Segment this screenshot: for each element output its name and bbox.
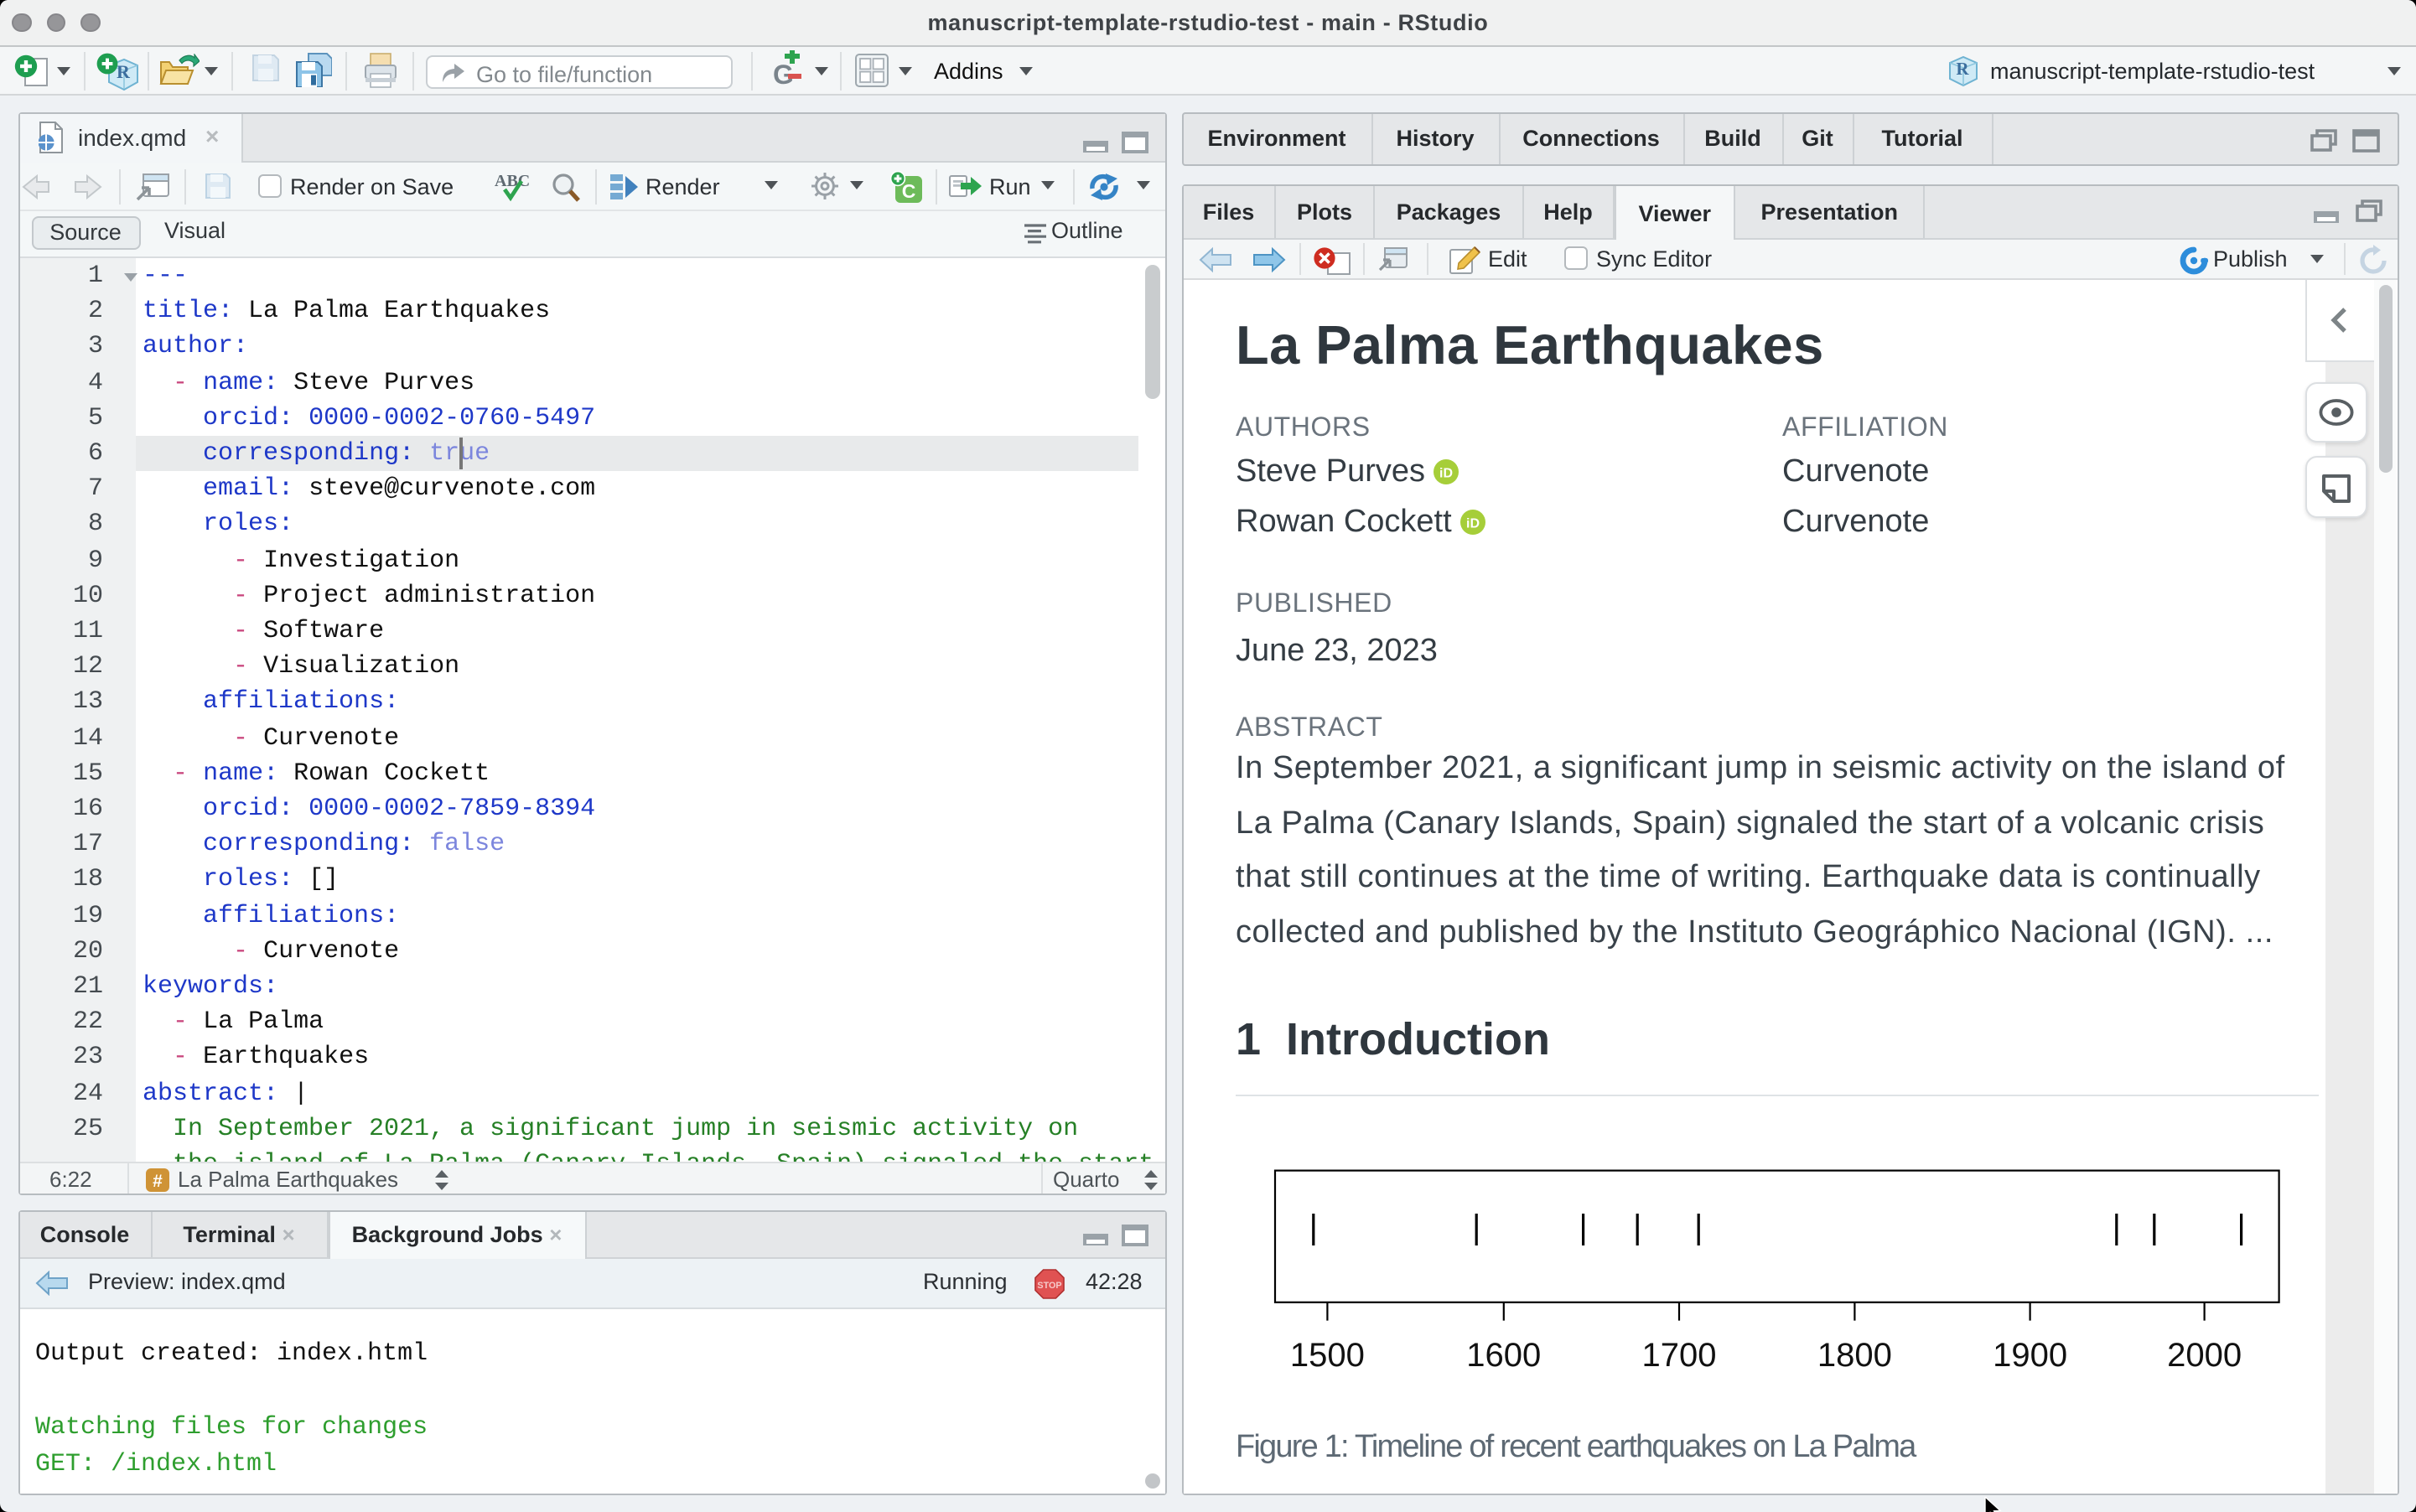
svg-text:1600: 1600 bbox=[1466, 1337, 1541, 1374]
svg-text:#: # bbox=[153, 1171, 163, 1190]
svg-text:1800: 1800 bbox=[1817, 1337, 1892, 1374]
svg-text:STOP: STOP bbox=[1036, 1280, 1060, 1290]
svg-text:iD: iD bbox=[1440, 466, 1454, 480]
svg-text:1900: 1900 bbox=[1993, 1337, 2067, 1374]
svg-text:R: R bbox=[117, 61, 131, 82]
svg-text:iD: iD bbox=[1466, 516, 1480, 531]
svg-text:2000: 2000 bbox=[2167, 1337, 2242, 1374]
svg-text:1500: 1500 bbox=[1290, 1337, 1365, 1374]
svg-text:C: C bbox=[902, 179, 916, 201]
svg-text:1700: 1700 bbox=[1642, 1337, 1717, 1374]
svg-text:ABC: ABC bbox=[495, 171, 530, 189]
svg-text:R: R bbox=[1956, 59, 1969, 79]
